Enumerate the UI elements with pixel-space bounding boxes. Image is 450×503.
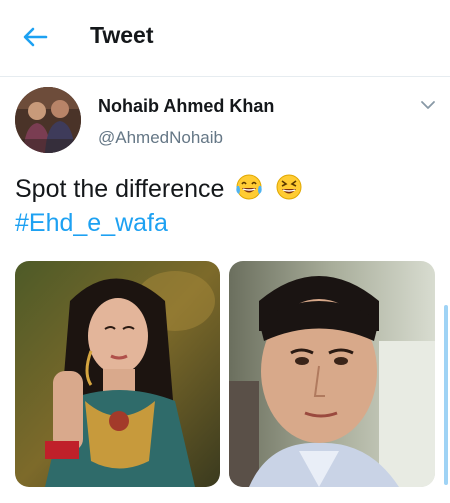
tweet-menu-button[interactable]	[417, 97, 439, 113]
tweet-text-content: Spot the difference	[15, 175, 225, 203]
photo-right[interactable]	[229, 261, 435, 487]
arrow-left-icon	[23, 27, 48, 47]
scrollbar[interactable]	[444, 305, 448, 485]
man-portrait-image	[229, 261, 435, 487]
avatar[interactable]	[15, 87, 81, 153]
squinting-laughing-emoji-icon	[274, 172, 304, 211]
woman-portrait-image	[15, 261, 220, 487]
photo-left[interactable]	[15, 261, 220, 487]
back-button[interactable]	[18, 22, 52, 52]
page-title: Tweet	[90, 22, 154, 48]
chevron-down-icon	[421, 101, 435, 109]
laughing-crying-emoji-icon	[234, 172, 264, 211]
author-name[interactable]: Nohaib Ahmed Khan	[98, 96, 274, 117]
author-handle[interactable]: @AhmedNohaib	[98, 128, 223, 148]
avatar-image	[15, 87, 81, 153]
top-bar: Tweet	[0, 0, 450, 77]
hashtag-link[interactable]: #Ehd_e_wafa	[15, 206, 168, 240]
